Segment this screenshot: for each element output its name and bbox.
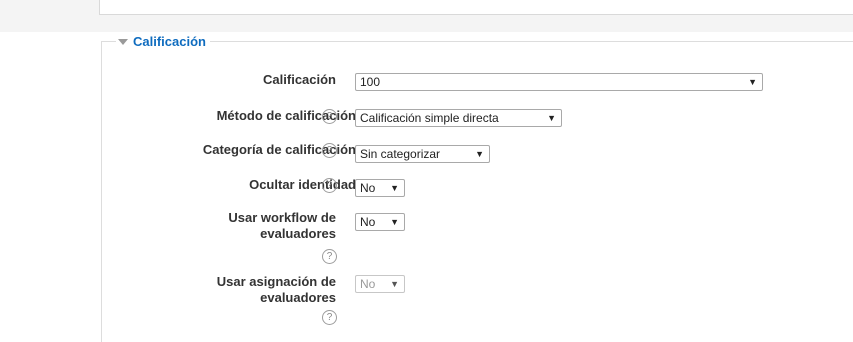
grading-method-select[interactable]: Calificación simple directa ▼ — [355, 109, 562, 127]
blind-marking-label-text: Ocultar identidad — [249, 177, 356, 192]
marking-allocation-select-value: No — [360, 277, 376, 291]
marking-workflow-label-text: Usar workflow de evaluadores — [228, 210, 336, 241]
help-icon[interactable]: ? — [322, 310, 337, 325]
previous-section-panel — [99, 0, 853, 15]
grade-label-text: Calificación — [263, 72, 336, 87]
help-icon[interactable]: ? — [322, 178, 337, 193]
blind-marking-select[interactable]: No ▼ — [355, 179, 405, 197]
dropdown-arrow-icon: ▼ — [547, 113, 556, 123]
section-toggle-grade[interactable]: Calificación — [116, 33, 210, 51]
grade-select[interactable]: 100 ▼ — [355, 73, 763, 91]
grading-method-select-value: Calificación simple directa — [360, 111, 499, 125]
grade-label: Calificación — [263, 72, 336, 88]
collapse-triangle-icon — [118, 39, 128, 45]
blind-marking-select-value: No — [360, 181, 376, 195]
marking-allocation-label-text: Usar asignación de evaluadores — [216, 274, 336, 305]
dropdown-arrow-icon: ▼ — [748, 77, 757, 87]
marking-workflow-label: Usar workflow de evaluadores — [216, 210, 336, 242]
grade-select-value: 100 — [360, 75, 381, 89]
dropdown-arrow-icon: ▼ — [390, 279, 399, 289]
marking-workflow-select-value: No — [360, 215, 376, 229]
marking-allocation-label: Usar asignación de evaluadores — [216, 274, 336, 306]
grade-category-select[interactable]: Sin categorizar ▼ — [355, 145, 490, 163]
dropdown-arrow-icon: ▼ — [390, 183, 399, 193]
help-icon[interactable]: ? — [322, 109, 337, 124]
help-icon[interactable]: ? — [322, 143, 337, 158]
blind-marking-label: Ocultar identidad — [249, 177, 356, 193]
marking-allocation-select[interactable]: No ▼ — [355, 275, 405, 293]
dropdown-arrow-icon: ▼ — [390, 217, 399, 227]
section-title: Calificación — [133, 34, 206, 49]
grade-category-select-value: Sin categorizar — [360, 147, 441, 161]
marking-workflow-select[interactable]: No ▼ — [355, 213, 405, 231]
dropdown-arrow-icon: ▼ — [475, 149, 484, 159]
help-icon[interactable]: ? — [322, 249, 337, 264]
